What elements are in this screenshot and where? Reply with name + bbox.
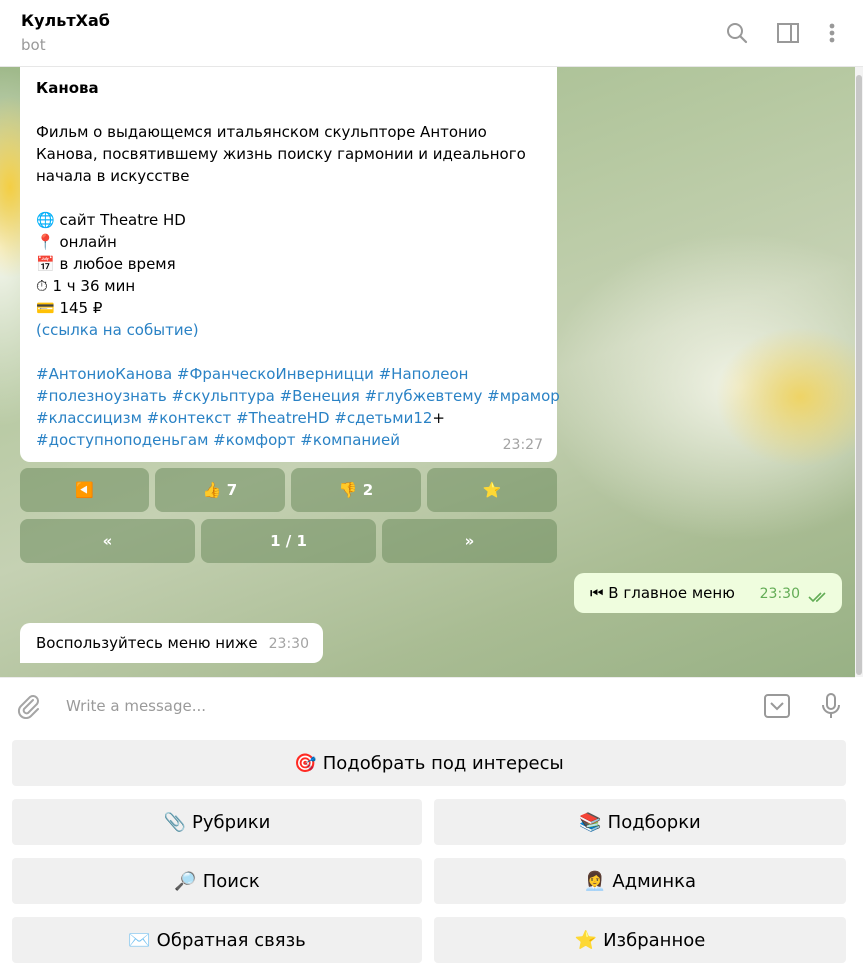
rewind-icon: ⏮ [590,584,604,602]
event-description-line: начала в искусстве [36,167,190,185]
prev-page-button[interactable]: « [20,519,195,563]
message-composer [0,677,855,733]
globe-icon: 🌐 [36,211,55,229]
incoming-message-text: Воспользуйтесь меню ниже [36,634,258,652]
event-message: Канова Фильм о выдающемся итальянском ск… [20,67,560,462]
admin-person-icon: 👩‍💼 [583,870,607,892]
event-description-line: Канова, посвятившему жизнь поиску гармон… [36,145,526,163]
pin-icon: 📍 [36,233,55,251]
hashtag-line: #полезноузнать #скульптура #Венеция #глу… [36,387,560,405]
match-interests-button[interactable]: 🎯 Подобрать под интересы [12,740,846,786]
chat-history[interactable]: Канова Фильм о выдающемся итальянском ск… [0,67,855,677]
read-checkmarks-icon [808,587,830,609]
search-button[interactable]: 🔎 Поиск [12,858,422,904]
favorites-button[interactable]: ⭐ Избранное [434,917,846,963]
dislike-count: 2 [362,481,374,499]
more-options-icon[interactable] [819,20,845,46]
outgoing-message-text: В главное меню [608,584,735,602]
message-time: 23:30 [759,586,800,602]
envelope-icon: ✉️ [128,929,151,951]
back-button[interactable]: ◀️ [20,468,149,512]
bot-keyboard-toggle-icon[interactable] [762,691,792,721]
hashtag-line: #АнтониоКанова #ФранческоИнверницци #Нап… [36,365,469,383]
magnifier-icon: 🔎 [174,870,197,892]
back-arrow-icon: ◀️ [75,481,94,499]
chat-scrollbar[interactable] [855,67,863,677]
star-icon: ⭐ [482,481,502,499]
event-detail-date: 📅 в любое время [36,255,176,273]
event-link[interactable]: (ссылка на событие) [36,319,541,341]
stopwatch-icon: ⏱ [36,277,48,295]
admin-button[interactable]: 👩‍💼 Админка [434,858,846,904]
thumbs-up-icon: 👍 [202,481,222,499]
chat-subtitle: bot [21,36,46,54]
page-indicator-button[interactable]: 1 / 1 [201,519,376,563]
microphone-icon[interactable] [816,691,846,721]
message-time: 23:27 [502,437,543,453]
favorite-button[interactable]: ⭐ [427,468,557,512]
event-description-line: Фильм о выдающемся итальянском скульптор… [36,123,487,141]
event-detail-duration: ⏱ 1 ч 36 мин [36,277,136,295]
paperclip-icon: 📎 [163,811,187,833]
next-page-button[interactable]: » [382,519,557,563]
event-title: Канова [36,79,99,97]
search-icon[interactable] [724,20,750,46]
event-detail-venue: 🌐 сайт Theatre HD [36,211,186,229]
books-icon: 📚 [579,811,602,833]
reply-keyboard: 🎯 Подобрать под интересы 📎 Рубрики 📚 Под… [0,733,863,973]
feedback-button[interactable]: ✉️ Обратная связь [12,917,422,963]
hashtag-line: #доступноподеньгам #комфорт #компанией [36,431,400,449]
chat-header: КультХаб bot [0,0,863,67]
rubrics-button[interactable]: 📎 Рубрики [12,799,422,845]
dislike-button[interactable]: 👎 2 [291,468,421,512]
calendar-icon: 📅 [36,255,55,273]
credit-card-icon: 💳 [36,299,55,317]
target-icon: 🎯 [294,752,317,774]
sidebar-toggle-icon[interactable] [775,20,801,46]
like-button[interactable]: 👍 7 [155,468,285,512]
star-icon: ⭐ [574,929,598,951]
outgoing-message: ⏮ В главное меню 23:30 [574,573,842,613]
thumbs-down-icon: 👎 [338,481,358,499]
hashtag-line: #классицизм #контекст #TheatreHD #сдетьм… [36,409,445,427]
like-count: 7 [226,481,238,499]
paperclip-icon[interactable] [14,691,44,721]
scrollbar-thumb[interactable] [856,75,862,675]
event-detail-price: 💳 145 ₽ [36,299,103,317]
chat-title[interactable]: КультХаб [21,11,110,30]
event-detail-location: 📍 онлайн [36,233,117,251]
incoming-message: Воспользуйтесь меню ниже 23:30 [20,623,323,663]
message-input[interactable] [64,692,708,720]
message-time: 23:30 [268,636,309,652]
collections-button[interactable]: 📚 Подборки [434,799,846,845]
